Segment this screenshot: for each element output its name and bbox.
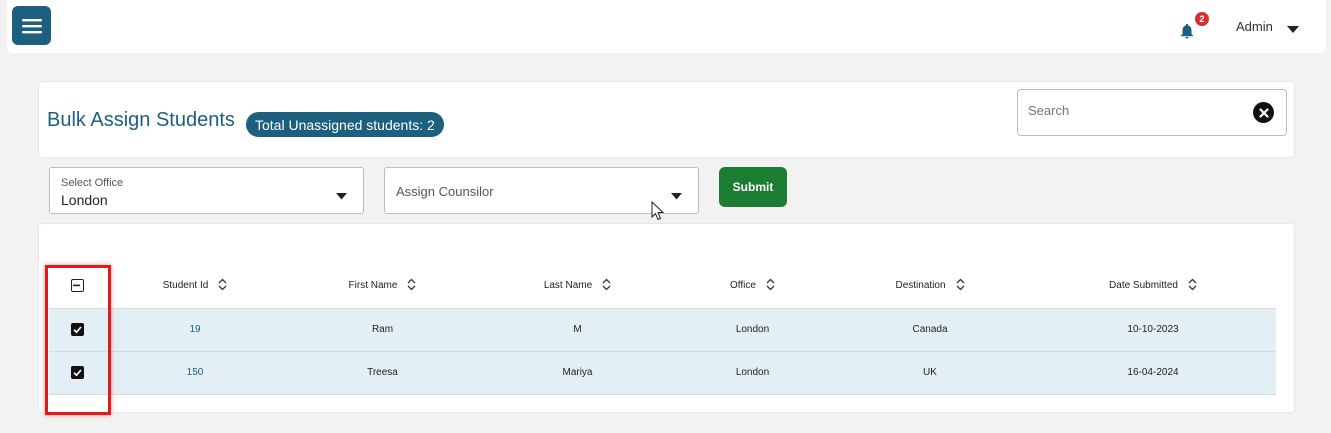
sort-icon[interactable] [1188, 278, 1197, 294]
notification-count-badge: 2 [1195, 12, 1209, 26]
sort-icon[interactable] [956, 278, 965, 294]
last-name-cell: M [573, 324, 582, 335]
table-row[interactable]: 150 Treesa Mariya London UK 16-04-2024 [49, 351, 1276, 394]
col-header-office[interactable]: Office [675, 264, 830, 308]
table-row[interactable]: 19 Ram M London Canada 10-10-2023 [49, 308, 1276, 351]
select-all-cell [49, 264, 105, 308]
sort-icon[interactable] [602, 278, 611, 294]
search-field[interactable] [1017, 89, 1287, 136]
col-label: Last Name [543, 280, 593, 292]
caret-down-icon [336, 187, 347, 205]
row-checkbox[interactable] [70, 366, 84, 379]
students-table: Student Id First Name Last Name Office D… [49, 264, 1276, 395]
col-label: Student Id [162, 280, 209, 292]
sort-icon[interactable] [766, 278, 775, 294]
office-cell: London [735, 324, 770, 335]
submit-button[interactable]: Submit [719, 167, 787, 207]
first-name-cell: Treesa [367, 367, 398, 378]
col-header-student-id[interactable]: Student Id [105, 264, 285, 308]
select-all-checkbox[interactable] [70, 279, 84, 293]
row-checkbox[interactable] [70, 323, 84, 336]
col-header-destination[interactable]: Destination [830, 264, 1030, 308]
sort-icon[interactable] [218, 278, 227, 294]
caret-down-icon[interactable] [1287, 21, 1299, 39]
col-label: Date Submitted [1109, 280, 1178, 292]
total-unassigned-badge: Total Unassigned students: 2 [246, 112, 444, 137]
last-name-cell: Mariya [562, 367, 593, 378]
date-submitted-cell: 10-10-2023 [1127, 324, 1179, 335]
user-menu-label[interactable]: Admin [1236, 19, 1273, 34]
sort-icon[interactable] [407, 278, 416, 294]
first-name-cell: Ram [371, 324, 394, 335]
date-submitted-cell: 16-04-2024 [1127, 367, 1179, 378]
row-select-cell [49, 308, 105, 351]
student-id-cell: 19 [189, 324, 201, 335]
col-header-last-name[interactable]: Last Name [480, 264, 675, 308]
col-header-date-submitted[interactable]: Date Submitted [1030, 264, 1276, 308]
select-office-dropdown[interactable]: Select Office London [49, 167, 364, 214]
assign-counsilor-placeholder: Assign Counsilor [396, 184, 494, 199]
hamburger-icon[interactable] [12, 6, 51, 45]
caret-down-icon [671, 187, 682, 205]
students-table-card: Student Id First Name Last Name Office D… [38, 223, 1295, 413]
row-select-cell [49, 351, 105, 394]
page-header-card: Bulk Assign Students Total Unassigned st… [38, 81, 1295, 158]
bell-icon[interactable] [1178, 22, 1196, 40]
select-office-value: London [61, 192, 108, 208]
destination-cell: Canada [912, 324, 948, 335]
col-header-first-name[interactable]: First Name [285, 264, 480, 308]
table-header-row: Student Id First Name Last Name Office D… [49, 264, 1276, 308]
col-label: First Name [348, 280, 398, 292]
col-label: Destination [895, 280, 946, 292]
page-title: Bulk Assign Students [47, 109, 235, 131]
close-circle-icon[interactable] [1253, 102, 1274, 123]
top-bar: 2 Admin [7, 0, 1326, 53]
search-input[interactable] [1028, 103, 1248, 118]
select-office-label: Select Office [61, 177, 124, 189]
student-id-cell: 150 [186, 367, 204, 378]
office-cell: London [735, 367, 770, 378]
col-label: Office [730, 280, 756, 292]
destination-cell: UK [923, 367, 937, 378]
